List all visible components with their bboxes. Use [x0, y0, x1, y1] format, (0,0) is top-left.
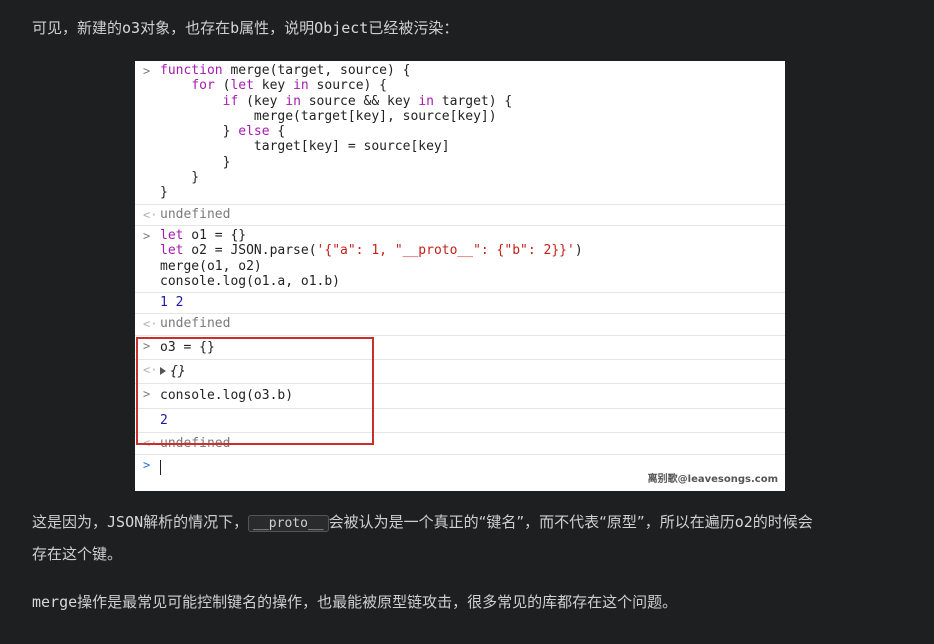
text: 解析的情况下，: [143, 513, 249, 531]
console-entry-merge-call: > let o1 = {} let o2 = JSON.parse('{"a":…: [135, 226, 785, 294]
text: 的时候会: [752, 513, 813, 531]
code-merge: merge: [32, 593, 78, 611]
inline-code-proto: __proto__: [248, 515, 329, 532]
code-json: JSON: [107, 513, 144, 531]
code-line: let o2 = JSON.parse('{"a": 1, "__proto__…: [160, 243, 583, 259]
code-line: } else {: [160, 124, 286, 140]
code-o2: o2: [734, 513, 753, 531]
log-output: 1 2: [160, 295, 184, 311]
text: 可见，新建的: [32, 19, 123, 37]
code-o3: o3: [122, 19, 141, 37]
code-object: Object: [314, 19, 369, 37]
paragraph-conclusion: merge操作是最常见可能控制键名的操作，也最能被原型链攻击，很多常见的库都存在…: [32, 587, 902, 618]
code-line: }: [160, 154, 231, 170]
code-line: }: [160, 185, 168, 201]
code-b: b: [230, 19, 240, 37]
return-arrow-icon: <·: [143, 207, 158, 222]
input-prompt-icon: >: [143, 458, 151, 473]
code-line: if (key in source && key in target) {: [222, 93, 513, 109]
return-value: undefined: [160, 316, 231, 332]
text: 属性，说明: [239, 19, 315, 37]
console-return-value: <· undefined: [135, 314, 785, 336]
return-arrow-icon: <·: [143, 317, 158, 332]
console-entry-merge-definition: > function merge(target, source) { for (…: [135, 61, 785, 205]
input-prompt-icon: >: [143, 228, 151, 243]
console-return-value: <· undefined: [135, 205, 785, 226]
paragraph-explanation: 这是因为，JSON解析的情况下， __proto__ 会被认为是一个真正的“键名”，…: [32, 507, 902, 570]
text: 对象，也存在: [140, 19, 231, 37]
input-prompt-icon: >: [143, 64, 151, 78]
code-line: target[key] = source[key]: [160, 139, 450, 155]
paragraph-intro: 可见，新建的o3对象，也存在b属性，说明Object已经被污染：: [32, 13, 902, 44]
code-line: console.log(o1.a, o1.b): [160, 273, 341, 289]
console-log-output: 1 2: [135, 293, 785, 315]
text: 操作是最常见可能控制键名的操作，也最能被原型链攻击，很多常见的库都存在这个问题。: [77, 593, 678, 611]
text: 已经被污染：: [368, 19, 459, 37]
text: 会被认为是一个真正的“键名”，而不代表“原型”，所以在遍历: [328, 513, 735, 531]
watermark: 离别歌@leavesongs.com: [647, 474, 778, 485]
code-line: for (let key in source) {: [191, 78, 388, 94]
text-caret: [160, 460, 161, 476]
return-value: undefined: [160, 206, 231, 222]
code-line: merge(o1, o2): [160, 258, 262, 274]
code-line: merge(target[key], source[key]): [160, 108, 497, 124]
code-line: let o1 = {}: [160, 227, 247, 243]
code-line: }: [160, 170, 200, 186]
text: 存在这个键。: [32, 545, 123, 563]
red-highlight-box: [136, 337, 374, 445]
text: 这是因为，: [32, 513, 108, 531]
code-line: function merge(target, source) {: [160, 63, 411, 78]
